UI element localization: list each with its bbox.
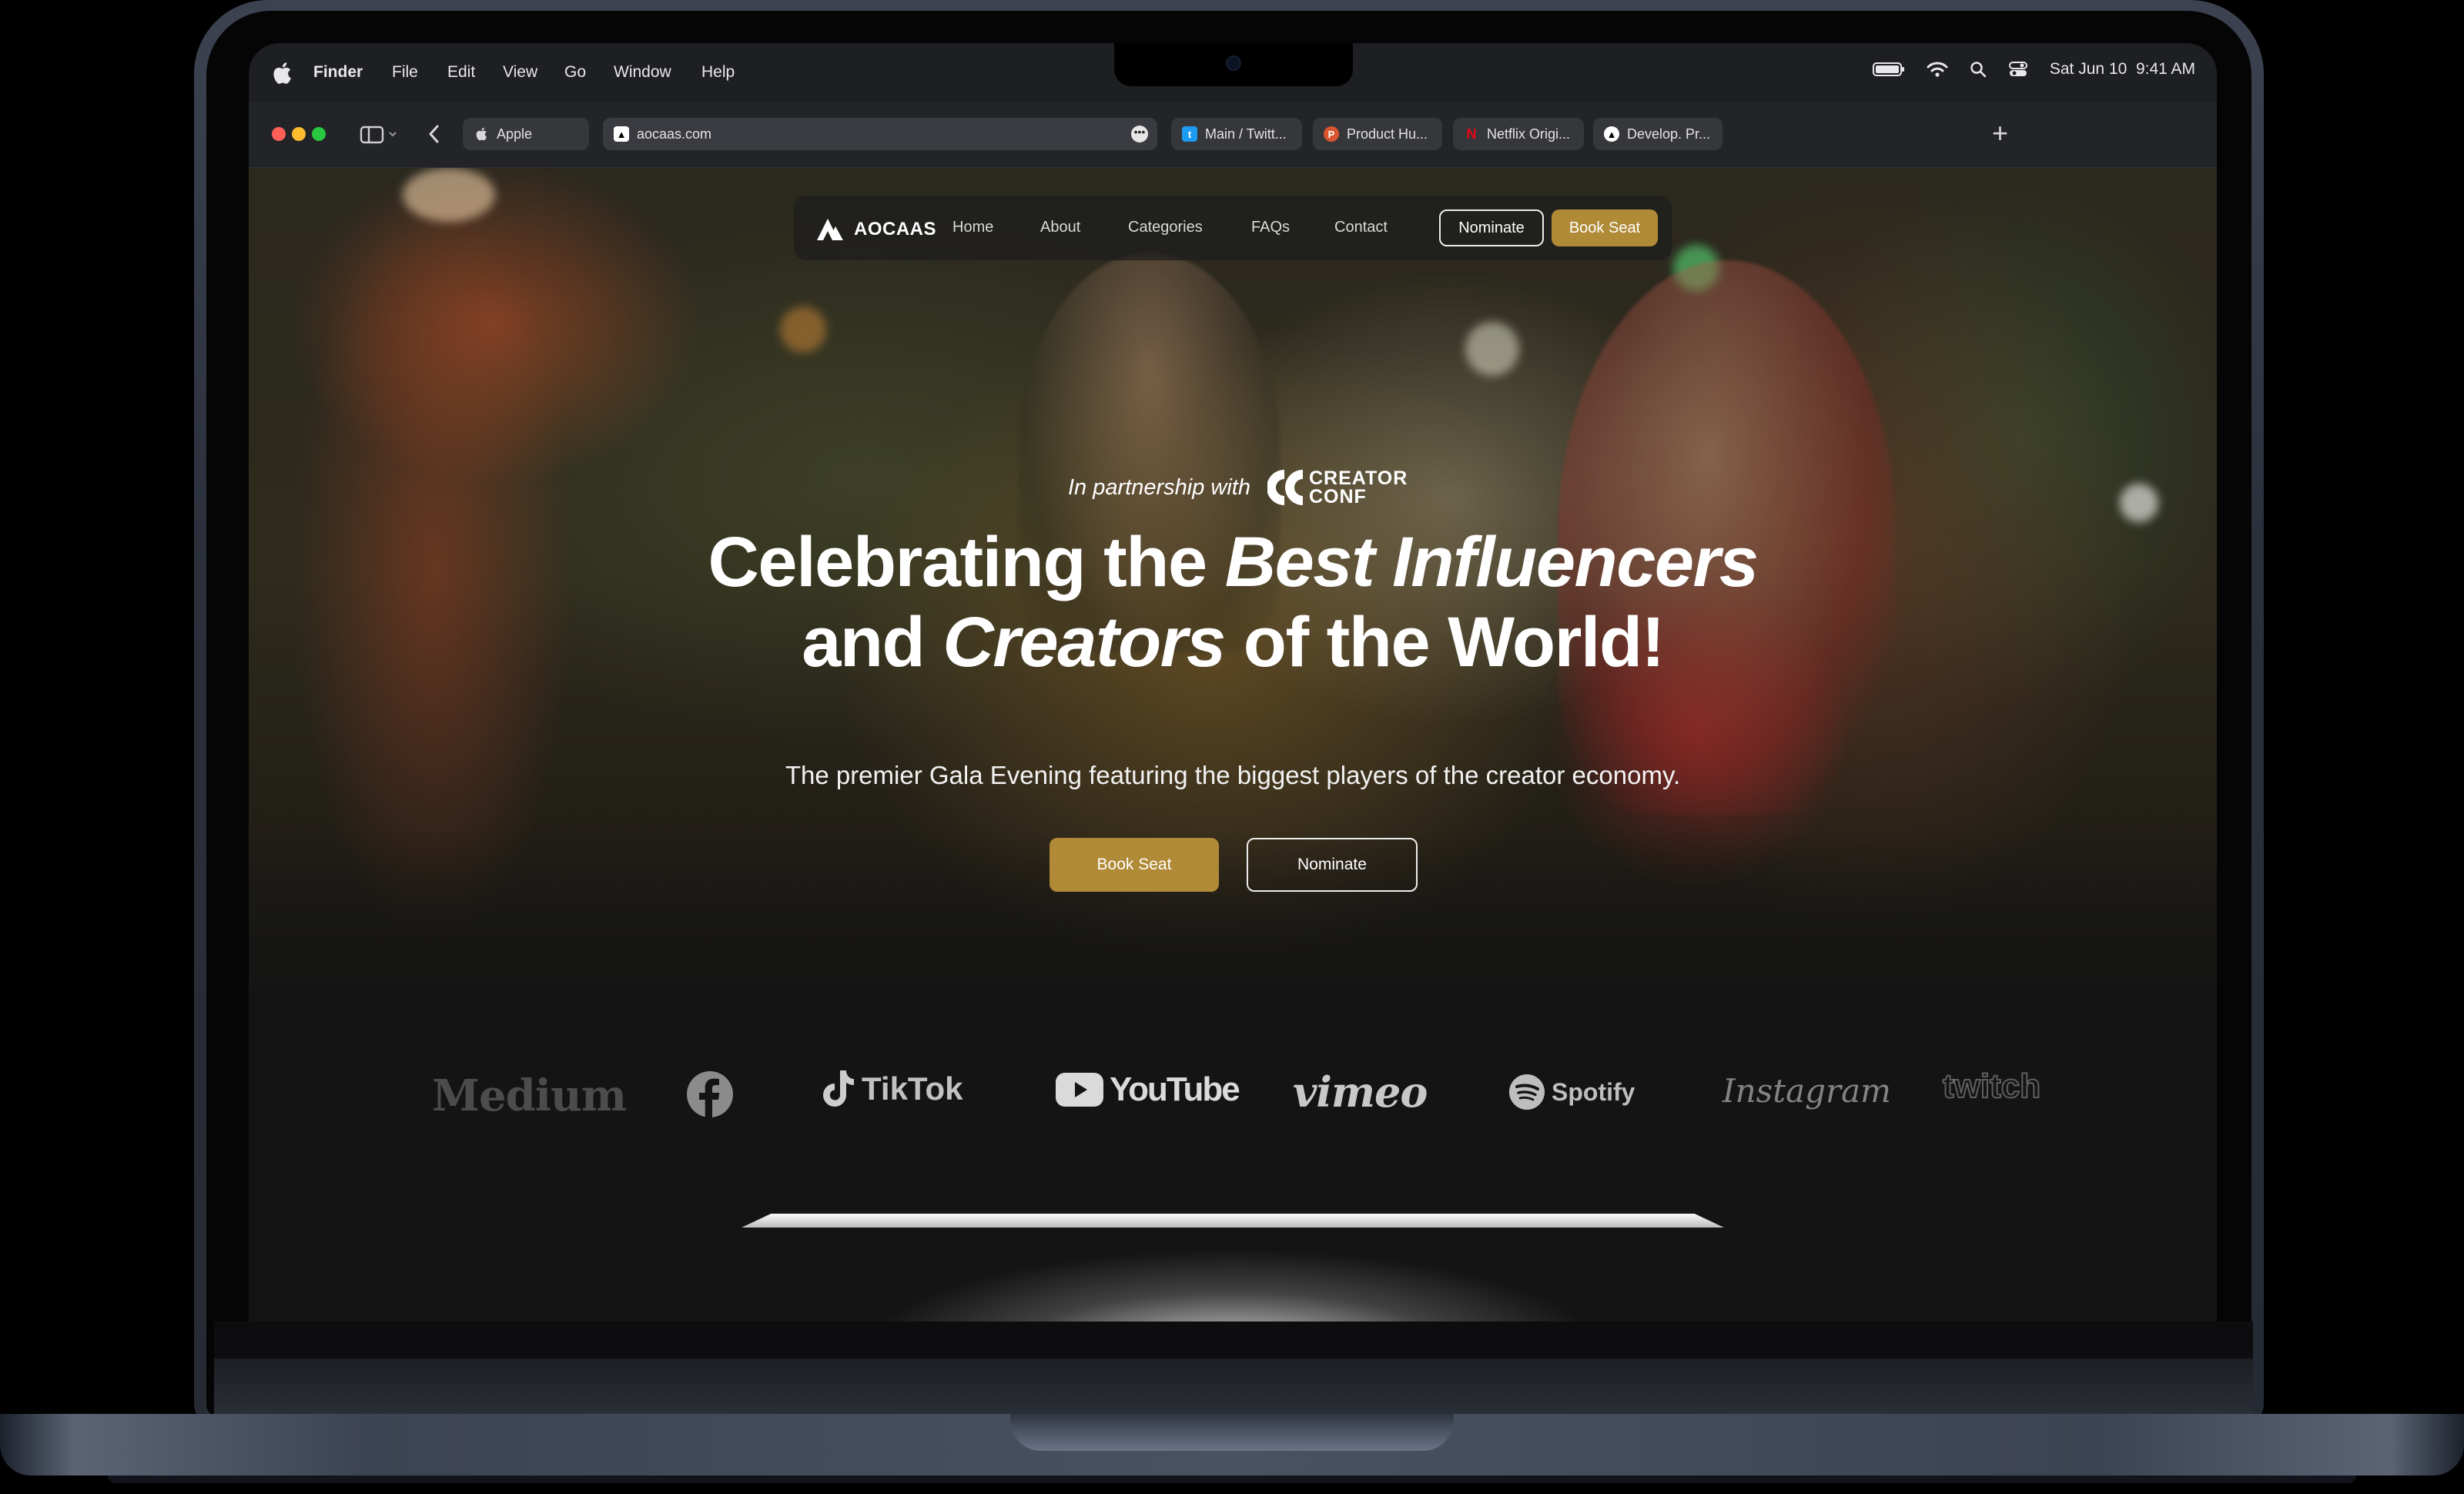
laptop-chin (214, 1321, 2253, 1358)
address-url: aocaas.com (637, 126, 712, 142)
site-logo[interactable]: AOCAAS (817, 217, 936, 242)
brand-youtube: YouTube (1056, 1070, 1240, 1109)
nav-categories[interactable]: Categories (1128, 219, 1203, 236)
brand-label: Spotify (1552, 1077, 1635, 1106)
hero-subheadline: The premier Gala Evening featuring the b… (785, 761, 1681, 789)
brand-label: YouTube (1110, 1070, 1240, 1108)
brand-twitch: twitch (1942, 1067, 2041, 1106)
headline-emphasis: Best Influencers (1224, 523, 1759, 601)
apple-icon (474, 126, 489, 142)
address-bar[interactable]: ▲ aocaas.com ••• (603, 118, 1157, 150)
tab-label: Main / Twitt... (1205, 126, 1287, 142)
nav-book-seat-button[interactable]: Book Seat (1552, 209, 1658, 246)
nav-faqs[interactable]: FAQs (1251, 219, 1290, 236)
aocaas-logo-icon (817, 219, 843, 240)
web-page: AOCAAS Home About Categories FAQs Contac… (249, 168, 2217, 1321)
more-options-icon[interactable]: ••• (1131, 126, 1148, 142)
brand-label: TikTok (862, 1070, 963, 1107)
aocaas-favicon: ▲ (614, 126, 629, 142)
tab-product-hunt[interactable]: P Product Hu... (1313, 118, 1442, 150)
tab-develop[interactable]: ▲ Develop. Pr... (1593, 118, 1722, 150)
stage-edge (742, 1214, 1724, 1228)
nav-home[interactable]: Home (952, 219, 993, 236)
tab-twitter[interactable]: t Main / Twitt... (1171, 118, 1302, 150)
partnership-line: In partnership with CREATOR CONF (1068, 468, 1408, 507)
tab-label: Product Hu... (1347, 126, 1428, 142)
twitter-icon: t (1182, 126, 1197, 142)
brand-spotify: Spotify (1508, 1074, 1635, 1110)
headline-part: of the World! (1224, 603, 1666, 682)
nav-nominate-button[interactable]: Nominate (1439, 209, 1544, 246)
new-tab-button[interactable]: + (1992, 118, 2008, 149)
develop-icon: ▲ (1604, 126, 1619, 142)
hero-nominate-button[interactable]: Nominate (1247, 838, 1418, 892)
creator-conf-line2: CONF (1308, 486, 1367, 507)
partnership-text: In partnership with (1068, 474, 1250, 500)
nav-about[interactable]: About (1040, 219, 1080, 236)
tiktok-icon (823, 1070, 854, 1107)
site-navbar: AOCAAS Home About Categories FAQs Contac… (794, 196, 1672, 260)
creator-conf-line1: CREATOR (1308, 467, 1408, 489)
brand-instagram: Instagram (1722, 1072, 1891, 1110)
brand-tiktok: TikTok (822, 1069, 962, 1109)
site-logo-text: AOCAAS (854, 219, 937, 240)
bokeh-light (1465, 322, 1519, 376)
creator-conf-logo: CREATOR CONF (1267, 468, 1408, 507)
tab-label: Netflix Origi... (1487, 126, 1571, 142)
netflix-icon: N (1466, 126, 1477, 142)
tab-apple[interactable]: Apple (463, 118, 589, 150)
bokeh-light (2120, 484, 2158, 522)
spotify-icon (1509, 1074, 1545, 1110)
laptop-opening-groove (1010, 1414, 1454, 1451)
creator-conf-logo-icon (1267, 470, 1303, 505)
bokeh-light (780, 307, 826, 353)
screen-content: Apple ▲ aocaas.com ••• t Main / Twitt...… (249, 43, 2217, 1321)
tab-label: Apple (497, 126, 533, 142)
tab-netflix[interactable]: N Netflix Origi... (1453, 118, 1584, 150)
brand-medium: Medium (432, 1070, 627, 1121)
nav-contact[interactable]: Contact (1334, 219, 1388, 236)
facebook-icon (687, 1071, 733, 1118)
laptop-hinge (214, 1358, 2253, 1417)
bokeh-light (403, 168, 495, 222)
brand-facebook (686, 1070, 734, 1118)
headline-part: Celebrating the (708, 523, 1225, 601)
youtube-icon (1056, 1073, 1103, 1107)
brand-vimeo: vimeo (1293, 1067, 1428, 1117)
tab-label: Develop. Pr... (1627, 126, 1711, 142)
product-hunt-icon: P (1324, 126, 1339, 142)
headline-emphasis: Creators (942, 603, 1226, 682)
hero-book-seat-button[interactable]: Book Seat (1050, 838, 1219, 892)
hero-headline: Celebrating the Best Influencers and Cre… (463, 522, 2003, 682)
headline-part: and (802, 603, 943, 682)
laptop-base-shadow (108, 1476, 2356, 1483)
